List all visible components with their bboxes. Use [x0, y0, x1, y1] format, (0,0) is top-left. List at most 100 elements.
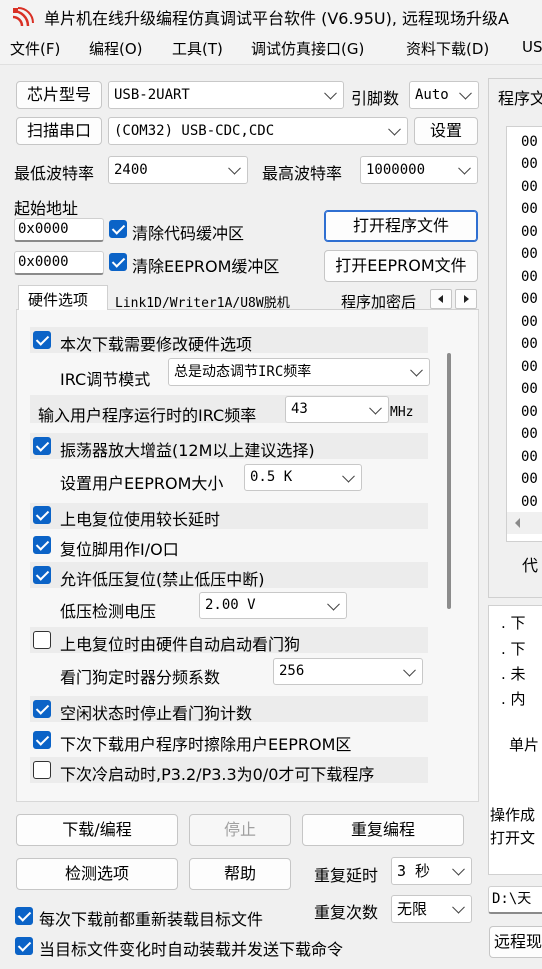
min-baud-select[interactable]: 2400: [108, 156, 248, 184]
reset-pin-io-checkbox[interactable]: [33, 536, 51, 554]
buffer-row: 00: [521, 201, 538, 217]
irc-frequency-select[interactable]: 43: [285, 396, 389, 423]
checkmark-icon: [35, 701, 50, 715]
modify-hardware-checkbox[interactable]: [33, 331, 51, 349]
pin-count-select[interactable]: Auto: [409, 81, 479, 109]
menu-program[interactable]: 编程(O): [89, 38, 143, 59]
chip-type-value: USB-2UART: [114, 87, 190, 103]
eeprom-size-select[interactable]: 0.5 K: [244, 464, 362, 491]
power-reset-delay-checkbox[interactable]: [33, 506, 51, 524]
log-line: 操作成: [490, 806, 536, 824]
program-file-tab[interactable]: 程序文: [498, 85, 542, 109]
app-logo-icon: [12, 7, 34, 27]
checkmark-icon: [111, 221, 126, 235]
max-baud-select[interactable]: 1000000: [360, 156, 478, 184]
tab-scroll-right-button[interactable]: [455, 289, 477, 309]
log-line: . 下: [501, 614, 526, 632]
auto-load-on-change-checkbox[interactable]: [15, 937, 33, 955]
file-path-input[interactable]: D:\天: [488, 886, 542, 914]
options-scrollbar-thumb[interactable]: [447, 353, 451, 609]
reload-before-download-label: 每次下载前都重新装载目标文件: [39, 910, 264, 929]
code-tab-label[interactable]: 代: [522, 552, 538, 576]
watchdog-divider-select[interactable]: 256: [273, 658, 423, 685]
chevron-down-icon: [388, 122, 401, 136]
buffer-row: 00: [521, 404, 538, 420]
cold-boot-condition-checkbox[interactable]: [33, 761, 51, 779]
checkmark-icon: [35, 438, 50, 452]
horizontal-scrollbar[interactable]: [507, 512, 542, 534]
menu-bar: 文件(F) 编程(O) 工具(T) 调试仿真接口(G) 资料下载(D) US: [0, 34, 542, 64]
chevron-down-icon: [452, 862, 465, 876]
checkmark-icon: [17, 908, 32, 922]
repeat-delay-select[interactable]: 3 秒: [391, 857, 472, 885]
buffer-row: 00: [521, 359, 538, 375]
reload-before-download-checkbox[interactable]: [15, 907, 33, 925]
watchdog-auto-start-checkbox[interactable]: [33, 631, 51, 649]
port-select[interactable]: (COM32) USB-CDC,CDC: [108, 117, 408, 145]
clear-code-buffer-checkbox[interactable]: [109, 220, 127, 238]
log-line: . 下: [501, 640, 526, 658]
idle-stop-watchdog-checkbox[interactable]: [33, 700, 51, 718]
log-output-box[interactable]: . 下 . 下 . 未 . 内 单片 操作成 打开文: [488, 605, 542, 875]
caret-left-icon: [438, 295, 443, 303]
tab-program-encryption[interactable]: 程序加密后: [341, 291, 416, 312]
checkmark-icon: [35, 732, 50, 746]
chip-type-button[interactable]: 芯片型号: [16, 81, 102, 109]
menu-tools[interactable]: 工具(T): [172, 38, 223, 59]
chevron-down-icon: [410, 363, 423, 377]
clear-eeprom-buffer-label: 清除EEPROM缓冲区: [132, 257, 280, 276]
irc-mode-select[interactable]: 总是动态调节IRC频率: [168, 358, 430, 386]
stop-button[interactable]: 停止: [189, 814, 291, 846]
low-voltage-detect-label: 低压检测电压: [60, 602, 157, 621]
checkmark-icon: [17, 938, 32, 952]
irc-mode-value: 总是动态调节IRC频率: [174, 364, 312, 380]
cold-boot-condition-label: 下次冷启动时,P3.2/P3.3为0/0才可下载程序: [60, 765, 375, 784]
buffer-row: 00: [521, 336, 538, 352]
modify-hardware-label: 本次下载需要修改硬件选项: [60, 335, 253, 354]
repeat-count-select[interactable]: 无限: [391, 895, 472, 923]
scan-port-button[interactable]: 扫描串口: [16, 117, 102, 145]
help-button[interactable]: 帮助: [189, 858, 291, 890]
log-line: 单片: [509, 736, 540, 754]
oscillator-gain-checkbox[interactable]: [33, 437, 51, 455]
checkmark-icon: [35, 332, 50, 346]
menu-debug-interface[interactable]: 调试仿真接口(G): [251, 38, 364, 59]
program-buffer-list[interactable]: 00 00 00 00 00 00 00 00 00 00 00 00 00 0…: [506, 126, 542, 542]
buffer-row: 00: [521, 426, 538, 442]
code-address-input[interactable]: 0x0000: [14, 218, 104, 242]
eeprom-address-input[interactable]: 0x0000: [14, 251, 104, 275]
irc-mode-label: IRC调节模式: [60, 370, 151, 389]
tab-hardware-options[interactable]: 硬件选项: [18, 285, 108, 312]
repeat-program-button[interactable]: 重复编程: [302, 814, 464, 846]
download-program-button[interactable]: 下载/编程: [16, 814, 178, 846]
buffer-row: 00: [521, 449, 538, 465]
min-baud-label: 最低波特率: [14, 164, 95, 183]
menu-usb[interactable]: US: [522, 38, 542, 56]
buffer-row: 00: [521, 494, 538, 510]
settings-button[interactable]: 设置: [414, 117, 478, 145]
low-voltage-detect-select[interactable]: 2.00 V: [199, 592, 347, 619]
buffer-row: 00: [521, 381, 538, 397]
open-eeprom-file-button[interactable]: 打开EEPROM文件: [324, 250, 478, 282]
erase-eeprom-checkbox[interactable]: [33, 731, 51, 749]
buffer-row: 00: [521, 224, 538, 240]
clear-eeprom-buffer-checkbox[interactable]: [109, 253, 127, 271]
menu-file[interactable]: 文件(F): [10, 38, 60, 59]
open-program-file-button[interactable]: 打开程序文件: [324, 210, 478, 242]
menu-downloads[interactable]: 资料下载(D): [406, 38, 489, 59]
repeat-count-value: 无限: [397, 900, 428, 918]
low-voltage-reset-checkbox[interactable]: [33, 566, 51, 584]
buffer-row: 00: [521, 179, 538, 195]
idle-stop-watchdog-label: 空闲状态时停止看门狗计数: [60, 704, 253, 723]
detect-options-button[interactable]: 检测选项: [16, 858, 178, 890]
chip-type-select[interactable]: USB-2UART: [108, 81, 344, 109]
remote-upgrade-button[interactable]: 远程现: [489, 926, 542, 958]
checkmark-icon: [35, 567, 50, 581]
low-voltage-reset-label: 允许低压复位(禁止低压中断): [60, 570, 265, 589]
irc-frequency-unit: MHz: [390, 405, 414, 420]
title-bar: 单片机在线升级编程仿真调试平台软件 (V6.95U), 远程现场升级A: [0, 0, 542, 34]
tab-offline-writer[interactable]: Link1D/Writer1A/U8W脱机: [115, 292, 290, 311]
tab-scroll-left-button[interactable]: [430, 289, 452, 309]
eeprom-size-label: 设置用户EEPROM大小: [60, 474, 224, 493]
watchdog-auto-start-label: 上电复位时由硬件自动启动看门狗: [60, 635, 301, 654]
